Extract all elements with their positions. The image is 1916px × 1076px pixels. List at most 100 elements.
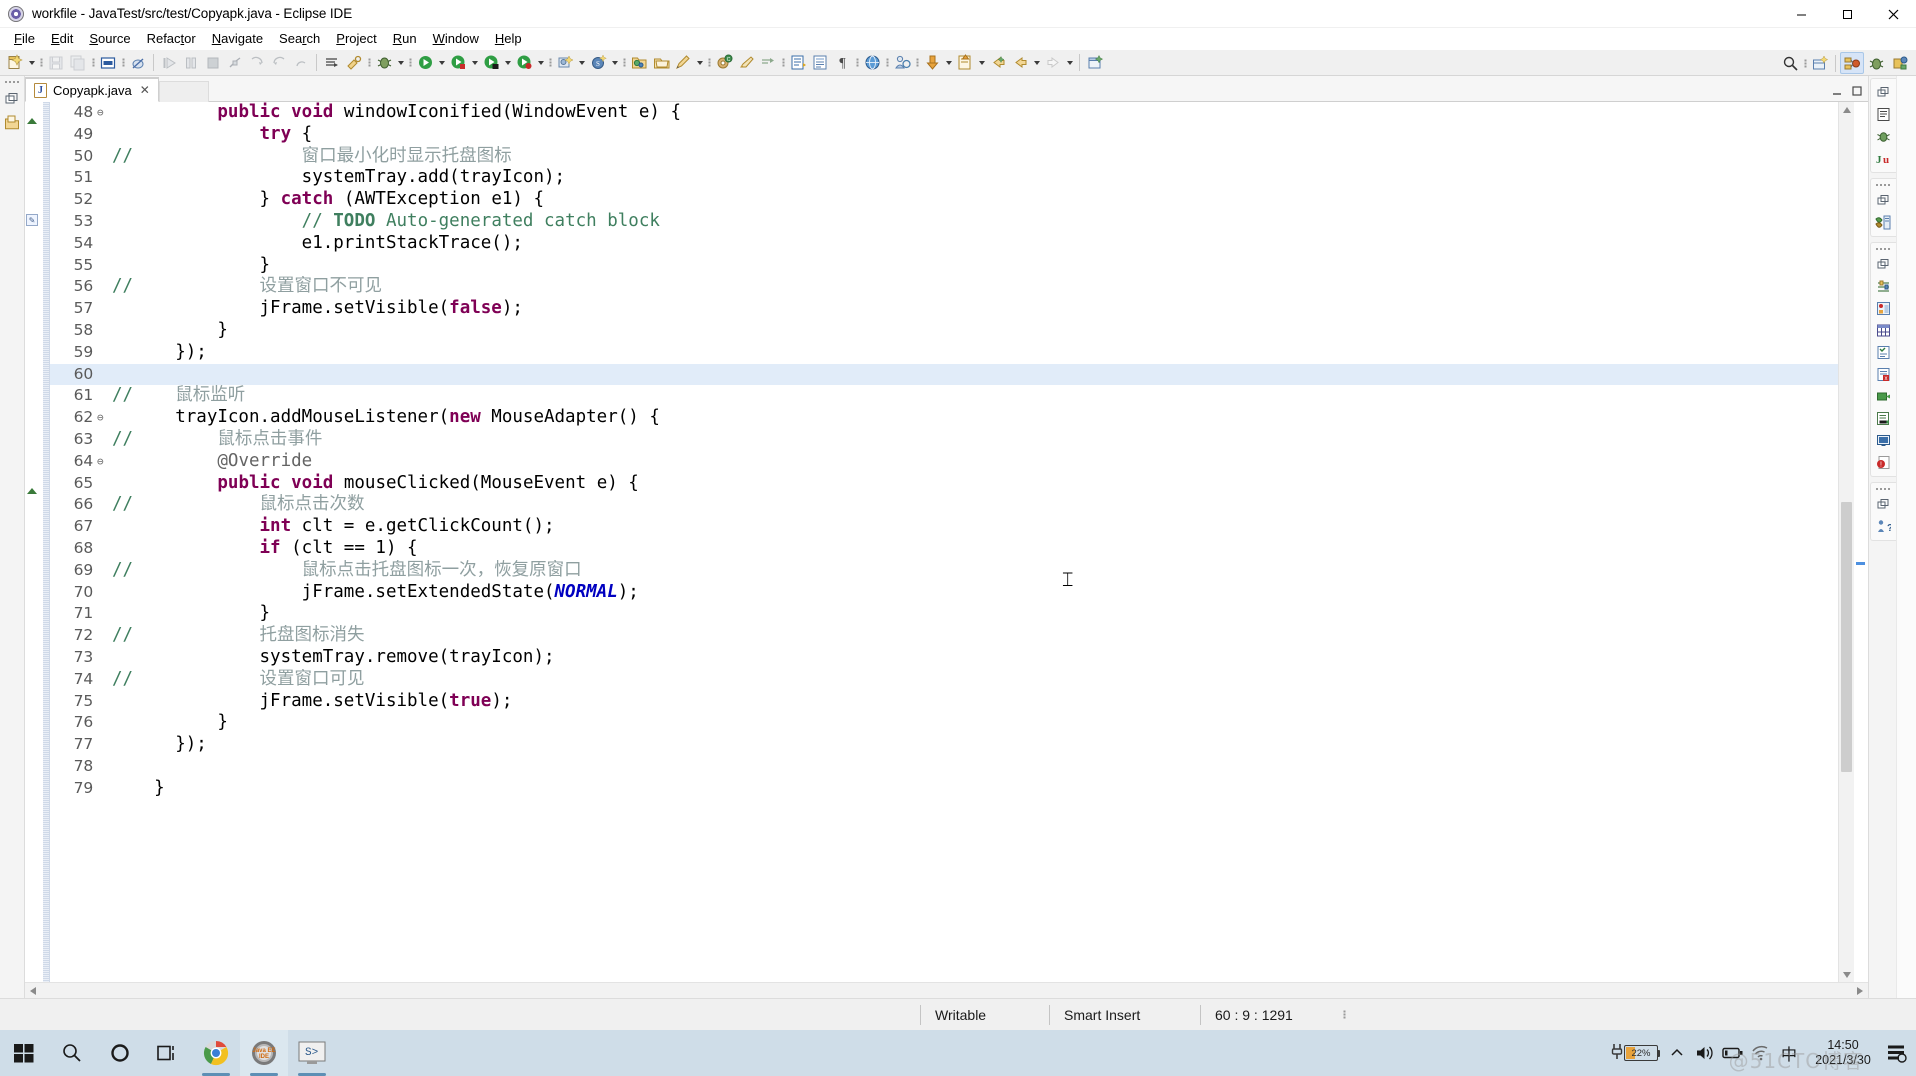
code-line[interactable]: 76 } bbox=[50, 712, 1838, 734]
minimize-editor-icon[interactable] bbox=[1830, 84, 1844, 98]
code-line[interactable]: 67 int clt = e.getClickCount(); bbox=[50, 516, 1838, 538]
outline-icon[interactable] bbox=[1873, 104, 1893, 124]
fold-toggle-icon[interactable]: ⊖ bbox=[96, 407, 112, 429]
code-line[interactable]: 54 e1.printStackTrace(); bbox=[50, 233, 1838, 255]
scroll-down-icon[interactable] bbox=[1839, 967, 1854, 982]
toolbar-handle[interactable] bbox=[407, 54, 413, 72]
toolbar-handle[interactable] bbox=[1802, 54, 1808, 72]
debug-icon[interactable] bbox=[373, 52, 395, 74]
new-package-icon[interactable] bbox=[650, 52, 672, 74]
disconnect-icon[interactable] bbox=[224, 52, 246, 74]
menu-help[interactable]: Help bbox=[487, 30, 530, 48]
code-line[interactable]: 59 }); bbox=[50, 342, 1838, 364]
toolbar-handle[interactable] bbox=[884, 54, 890, 72]
forward-dropdown-icon[interactable] bbox=[1064, 52, 1075, 74]
code-line[interactable]: 74// 设置窗口可见 bbox=[50, 669, 1838, 691]
restore-icon[interactable] bbox=[1873, 82, 1893, 102]
forward2-icon[interactable] bbox=[1042, 52, 1064, 74]
search-icon[interactable] bbox=[48, 1030, 96, 1076]
code-line[interactable]: 57 jFrame.setVisible(false); bbox=[50, 298, 1838, 320]
code-line[interactable]: 66// 鼠标点击次数 bbox=[50, 494, 1838, 516]
taskbar-app-eclipse[interactable]: Java EE IDE bbox=[240, 1030, 288, 1076]
menu-file[interactable]: File bbox=[6, 30, 43, 48]
debug-perspective-icon[interactable] bbox=[1864, 52, 1888, 74]
wifi-icon[interactable] bbox=[1748, 1030, 1774, 1076]
step-into-icon[interactable] bbox=[246, 52, 268, 74]
hscroll-track[interactable] bbox=[41, 983, 1852, 999]
editor-vertical-scrollbar[interactable] bbox=[1838, 102, 1854, 982]
problems-icon[interactable]: ! bbox=[1873, 452, 1893, 472]
search-db-icon[interactable]: S bbox=[587, 52, 609, 74]
run-dropdown-icon[interactable] bbox=[436, 52, 447, 74]
brush-icon[interactable] bbox=[735, 52, 757, 74]
scrollbar-thumb[interactable] bbox=[1841, 502, 1852, 772]
forward-icon[interactable] bbox=[1009, 52, 1031, 74]
java-perspective-icon[interactable] bbox=[1840, 52, 1864, 74]
editor-horizontal-scrollbar[interactable] bbox=[25, 982, 1868, 998]
toolbar-handle[interactable] bbox=[38, 54, 44, 72]
snippets-icon[interactable] bbox=[1873, 298, 1893, 318]
left-dock-handle[interactable] bbox=[5, 78, 19, 86]
code-line[interactable]: 73 systemTray.remove(trayIcon); bbox=[50, 647, 1838, 669]
new-wizard-dropdown-icon[interactable] bbox=[26, 52, 37, 74]
taskbar-app-chrome[interactable] bbox=[192, 1030, 240, 1076]
package-explorer-icon[interactable] bbox=[2, 112, 23, 134]
overview-ruler[interactable] bbox=[1854, 102, 1868, 982]
minimize-button[interactable] bbox=[1778, 0, 1824, 28]
menu-edit[interactable]: Edit bbox=[43, 30, 81, 48]
servers-icon[interactable] bbox=[1873, 212, 1893, 232]
maximize-button[interactable] bbox=[1824, 0, 1870, 28]
volume-icon[interactable] bbox=[1692, 1030, 1718, 1076]
toolbar-handle[interactable] bbox=[621, 54, 627, 72]
console-icon[interactable] bbox=[1873, 408, 1893, 428]
toolbar-handle[interactable] bbox=[780, 54, 786, 72]
menu-navigate[interactable]: Navigate bbox=[204, 30, 271, 48]
code-line[interactable]: 56// 设置窗口不可见 bbox=[50, 276, 1838, 298]
dock-handle[interactable] bbox=[1876, 182, 1890, 188]
next-edit-icon[interactable] bbox=[954, 52, 976, 74]
help-icon[interactable]: ? bbox=[1873, 516, 1893, 536]
code-line[interactable]: 52 } catch (AWTException e1) { bbox=[50, 189, 1838, 211]
menu-run[interactable]: Run bbox=[385, 30, 425, 48]
resume-icon[interactable] bbox=[158, 52, 180, 74]
restore-icon[interactable] bbox=[1873, 494, 1893, 514]
code-line[interactable]: 62⊖ trayIcon.addMouseListener(new MouseA… bbox=[50, 407, 1838, 429]
code-line[interactable]: 51 systemTray.add(trayIcon); bbox=[50, 167, 1838, 189]
terminate-icon[interactable] bbox=[202, 52, 224, 74]
code-line[interactable]: 50// 窗口最小化时显示托盘图标 bbox=[50, 146, 1838, 168]
external-tools-icon[interactable] bbox=[554, 52, 576, 74]
download-icon[interactable] bbox=[921, 52, 943, 74]
fold-toggle-icon[interactable]: ⊖ bbox=[96, 102, 112, 124]
open-web-browser-icon[interactable] bbox=[861, 52, 883, 74]
code-line[interactable]: 65 public void mouseClicked(MouseEvent e… bbox=[50, 473, 1838, 495]
windows-start-icon[interactable] bbox=[0, 1030, 48, 1076]
scroll-right-icon[interactable] bbox=[1852, 983, 1868, 999]
maximize-editor-icon[interactable] bbox=[1850, 84, 1864, 98]
profile-icon[interactable] bbox=[891, 52, 913, 74]
terminal-icon[interactable] bbox=[1873, 430, 1893, 450]
menu-window[interactable]: Window bbox=[425, 30, 487, 48]
coverage2-dropdown-icon[interactable] bbox=[535, 52, 546, 74]
scroll-up-icon[interactable] bbox=[1839, 102, 1854, 117]
code-line[interactable]: 53 // TODO Auto-generated catch block bbox=[50, 211, 1838, 233]
toggle-mark-occurrences-icon[interactable] bbox=[127, 52, 149, 74]
run-last-dropdown-icon[interactable] bbox=[469, 52, 480, 74]
clock[interactable]: 14:50 2021/3/30 bbox=[1804, 1038, 1882, 1068]
pencil-dropdown-icon[interactable] bbox=[694, 52, 705, 74]
save-all-icon[interactable] bbox=[67, 52, 89, 74]
skip-icon[interactable] bbox=[757, 52, 779, 74]
bug-icon[interactable] bbox=[1873, 126, 1893, 146]
code-line[interactable]: 79 } bbox=[50, 778, 1838, 800]
toolbar-handle[interactable] bbox=[914, 54, 920, 72]
progress-icon[interactable] bbox=[1873, 386, 1893, 406]
show-hidden-icons-icon[interactable] bbox=[1664, 1030, 1690, 1076]
error-log-icon[interactable]: x bbox=[1873, 364, 1893, 384]
toolbar-handle[interactable] bbox=[854, 54, 860, 72]
java-ee-perspective-icon[interactable] bbox=[1888, 52, 1912, 74]
new-java-project-icon[interactable] bbox=[628, 52, 650, 74]
coverage-icon[interactable] bbox=[480, 52, 502, 74]
status-handle[interactable] bbox=[1341, 1006, 1347, 1024]
run-last-icon[interactable] bbox=[447, 52, 469, 74]
properties-icon[interactable] bbox=[1873, 276, 1893, 296]
taskbar-app-terminal[interactable]: S> bbox=[288, 1030, 336, 1076]
